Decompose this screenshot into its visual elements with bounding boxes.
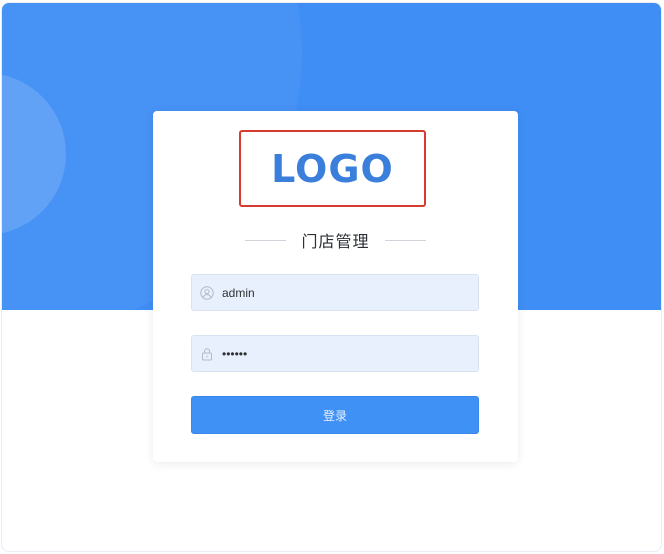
lock-icon — [200, 347, 214, 361]
title-divider-left — [245, 239, 287, 241]
login-button[interactable]: 登录 — [191, 396, 479, 434]
user-icon — [200, 285, 214, 300]
password-input[interactable] — [222, 346, 462, 361]
password-field[interactable] — [191, 335, 479, 372]
username-field[interactable] — [191, 274, 479, 311]
title-divider-right — [384, 239, 426, 241]
page-title: 门店管理 — [301, 232, 370, 251]
login-page: LOGO 门店管理 admin •••••• 登录 — [1, 2, 662, 552]
title-row: 门店管理 — [153, 227, 518, 253]
logo-text: LOGO — [271, 146, 394, 191]
login-card: LOGO 门店管理 admin •••••• 登录 — [153, 111, 518, 462]
username-input[interactable] — [222, 285, 462, 300]
logo-placeholder: LOGO — [239, 130, 426, 207]
